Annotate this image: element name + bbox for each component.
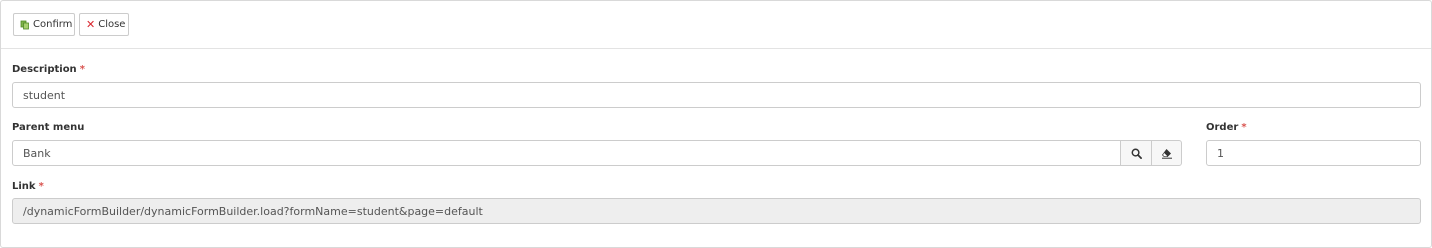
description-input[interactable]: student	[12, 82, 1421, 108]
required-mark: *	[79, 64, 85, 75]
link-label: Link *	[12, 181, 44, 192]
description-label: Description *	[12, 64, 85, 75]
order-input[interactable]: 1	[1206, 140, 1421, 166]
copy-icon	[20, 20, 30, 30]
parent-menu-search-button[interactable]	[1120, 140, 1151, 166]
required-mark: *	[1241, 122, 1247, 133]
parent-menu-input[interactable]: Bank	[12, 140, 1121, 166]
parent-menu-clear-button[interactable]	[1151, 140, 1182, 166]
confirm-button[interactable]: Confirm	[13, 13, 75, 36]
eraser-icon	[1161, 144, 1173, 163]
parent-menu-label: Parent menu	[12, 122, 85, 133]
required-mark: *	[38, 181, 44, 192]
link-input: /dynamicFormBuilder/dynamicFormBuilder.l…	[12, 198, 1421, 224]
form-panel: Confirm ✕ Close Description * student Par…	[0, 0, 1432, 248]
close-button[interactable]: ✕ Close	[79, 13, 129, 36]
close-label: Close	[98, 19, 126, 30]
order-label: Order *	[1206, 122, 1247, 133]
close-icon: ✕	[86, 17, 96, 31]
toolbar: Confirm ✕ Close	[1, 1, 1431, 49]
confirm-label: Confirm	[33, 19, 73, 30]
search-icon	[1131, 144, 1142, 163]
